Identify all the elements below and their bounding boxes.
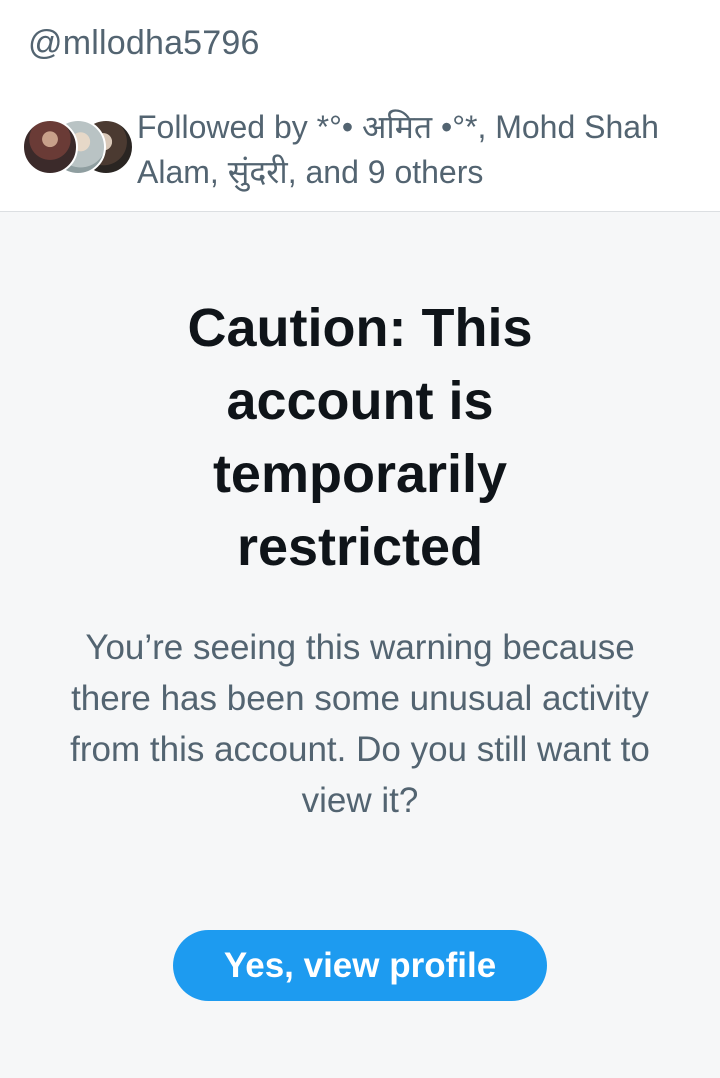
profile-handle: @mllodha5796 bbox=[28, 24, 260, 62]
followers-avatar-stack[interactable] bbox=[22, 119, 134, 175]
followed-by-text[interactable]: Followed by *°• अमित •°*, Mohd Shah Alam… bbox=[137, 105, 697, 195]
view-profile-button[interactable]: Yes, view profile bbox=[173, 930, 547, 1001]
warning-message: You’re seeing this warning because there… bbox=[70, 628, 650, 820]
profile-header: @mllodha5796 Followed by *°• अमित •°*, M… bbox=[0, 0, 720, 211]
avatar bbox=[22, 119, 78, 175]
warning-title: Caution: This account is temporarily res… bbox=[187, 298, 533, 577]
